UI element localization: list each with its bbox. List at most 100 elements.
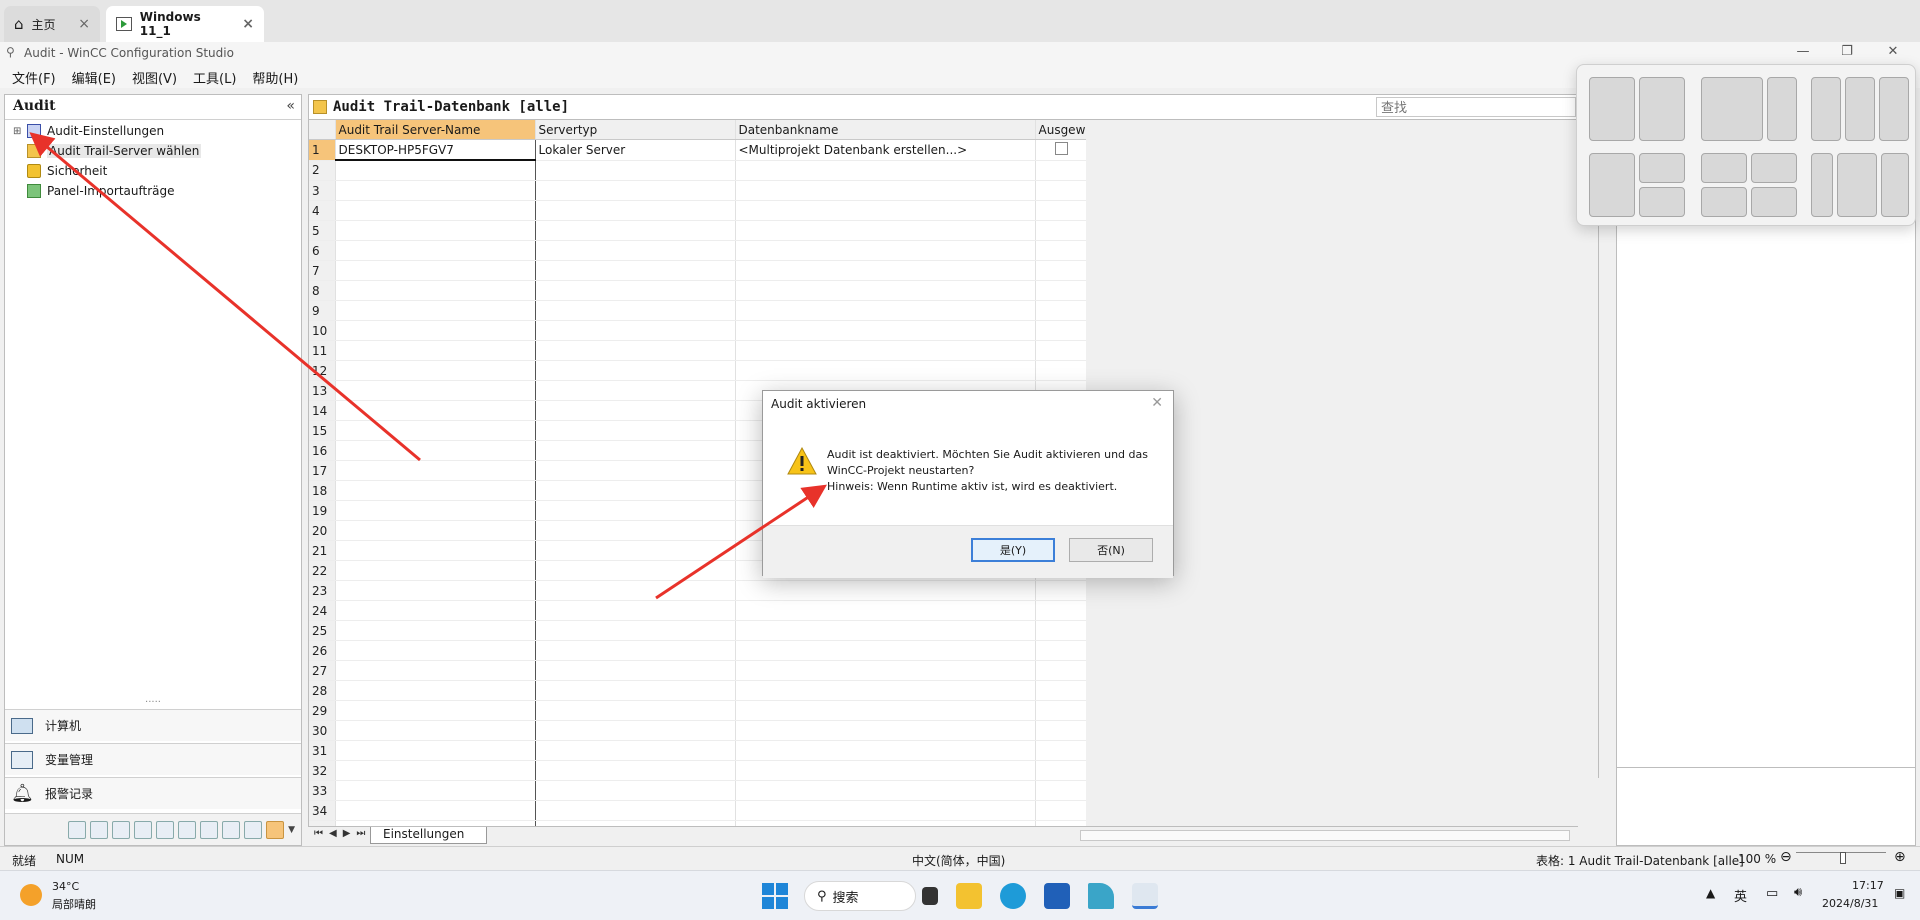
expand-icon[interactable]: ⊞ [13,126,21,137]
close-icon[interactable]: × [78,16,90,32]
table-cell[interactable] [535,420,736,441]
wincc-icon[interactable] [1088,883,1114,909]
table-row[interactable]: 32 [309,760,1086,781]
edge-icon[interactable] [1000,883,1026,909]
table-cell[interactable] [735,160,1036,181]
table-cell[interactable] [1035,620,1086,641]
column-header[interactable]: Audit Trail Server-Name [335,120,536,140]
table-row[interactable]: 5 [309,220,1086,241]
table-cell[interactable] [735,200,1036,221]
network-icon[interactable]: ▭ [1766,886,1778,901]
table-cell[interactable] [535,780,736,801]
table-cell[interactable] [535,760,736,781]
table-cell[interactable] [735,720,1036,741]
table-row[interactable]: 1 DESKTOP-HP5FGV7 Lokaler Server <Multiproj… [309,139,1086,161]
table-cell[interactable] [735,660,1036,681]
snap-zone[interactable] [1767,77,1797,141]
notification-icon[interactable]: ▣ [1894,886,1905,900]
table-cell[interactable] [735,340,1036,361]
table-cell[interactable] [535,480,736,501]
table-cell[interactable] [735,300,1036,321]
table-cell[interactable] [1035,740,1086,761]
configuration-studio-icon[interactable] [1132,883,1158,909]
table-cell[interactable] [735,580,1036,601]
horizontal-scrollbar[interactable] [1080,830,1570,841]
table-cell[interactable] [335,360,536,381]
tree-item-server[interactable]: Audit Trail-Server wählen [27,141,202,161]
table-row[interactable]: 26 [309,640,1086,661]
table-cell[interactable] [535,320,736,341]
close-icon[interactable]: × [242,16,254,32]
snap-zone[interactable] [1879,77,1909,141]
nav-section-tag-management[interactable]: 变量管理 [5,743,301,775]
table-cell[interactable] [1035,320,1086,341]
snap-zone[interactable] [1845,77,1875,141]
table-cell[interactable] [335,220,536,241]
table-cell[interactable] [535,260,736,281]
table-cell[interactable]: <Multiprojekt Datenbank erstellen...> [735,139,1036,161]
table-cell[interactable] [335,620,536,641]
table-row[interactable]: 28 [309,680,1086,701]
nav-section-computer[interactable]: 计算机 [5,709,301,741]
table-cell[interactable] [335,200,536,221]
table-row[interactable]: 33 [309,780,1086,801]
table-cell[interactable] [335,460,536,481]
table-row[interactable]: 25 [309,620,1086,641]
snap-zone[interactable] [1751,153,1797,183]
table-row[interactable]: 9 [309,300,1086,321]
column-header[interactable]: Datenbankname [735,120,1036,140]
table-cell[interactable] [335,700,536,721]
table-cell[interactable] [535,360,736,381]
table-cell[interactable] [335,380,536,401]
table-cell[interactable] [535,280,736,301]
table-cell[interactable] [535,160,736,181]
tool-icon[interactable] [156,820,175,839]
table-cell[interactable] [535,220,736,241]
table-cell[interactable] [1035,260,1086,281]
table-cell[interactable] [335,440,536,461]
tree-item-panel-import[interactable]: Panel-Importaufträge [27,181,175,201]
table-cell[interactable] [335,320,536,341]
snap-zone[interactable] [1701,77,1763,141]
menu-edit[interactable]: 编辑(E) [66,64,122,88]
tool-icon[interactable] [134,820,153,839]
table-row[interactable]: 30 [309,720,1086,741]
table-cell[interactable] [535,740,736,761]
weather-icon[interactable] [20,884,42,906]
table-cell[interactable] [535,300,736,321]
minimize-button[interactable]: — [1786,44,1820,62]
table-cell[interactable] [735,320,1036,341]
table-row[interactable]: 27 [309,660,1086,681]
table-row[interactable]: 2 [309,160,1086,181]
table-cell[interactable] [335,340,536,361]
table-cell[interactable] [1035,660,1086,681]
table-cell[interactable] [1035,600,1086,621]
table-row[interactable]: 29 [309,700,1086,721]
tool-icon[interactable] [68,820,87,839]
menu-tools[interactable]: 工具(L) [187,64,242,88]
table-row[interactable]: 4 [309,200,1086,221]
snap-zone[interactable] [1639,153,1685,183]
tool-icon[interactable] [90,820,109,839]
table-cell[interactable] [335,480,536,501]
snap-zone[interactable] [1589,153,1635,217]
clock-time[interactable]: 17:17 [1852,879,1884,892]
close-window-button[interactable]: ✕ [1876,44,1910,62]
snap-zone[interactable] [1701,187,1747,217]
table-cell[interactable] [1035,340,1086,361]
table-cell[interactable] [1035,580,1086,601]
table-cell[interactable]: DESKTOP-HP5FGV7 [335,139,536,161]
splitter-grip[interactable]: ····· [5,698,301,708]
table-cell[interactable] [335,280,536,301]
zoom-slider-thumb[interactable] [1840,852,1846,864]
table-cell[interactable] [735,640,1036,661]
menu-view[interactable]: 视图(V) [126,64,183,88]
table-cell[interactable] [1035,780,1086,801]
table-cell[interactable] [735,780,1036,801]
table-cell[interactable] [1035,300,1086,321]
table-row[interactable]: 11 [309,340,1086,361]
table-cell[interactable] [335,520,536,541]
table-cell[interactable] [335,180,536,201]
table-cell[interactable] [535,660,736,681]
nav-section-alarm-logging[interactable]: 🔔︎ 报警记录 [5,777,301,809]
